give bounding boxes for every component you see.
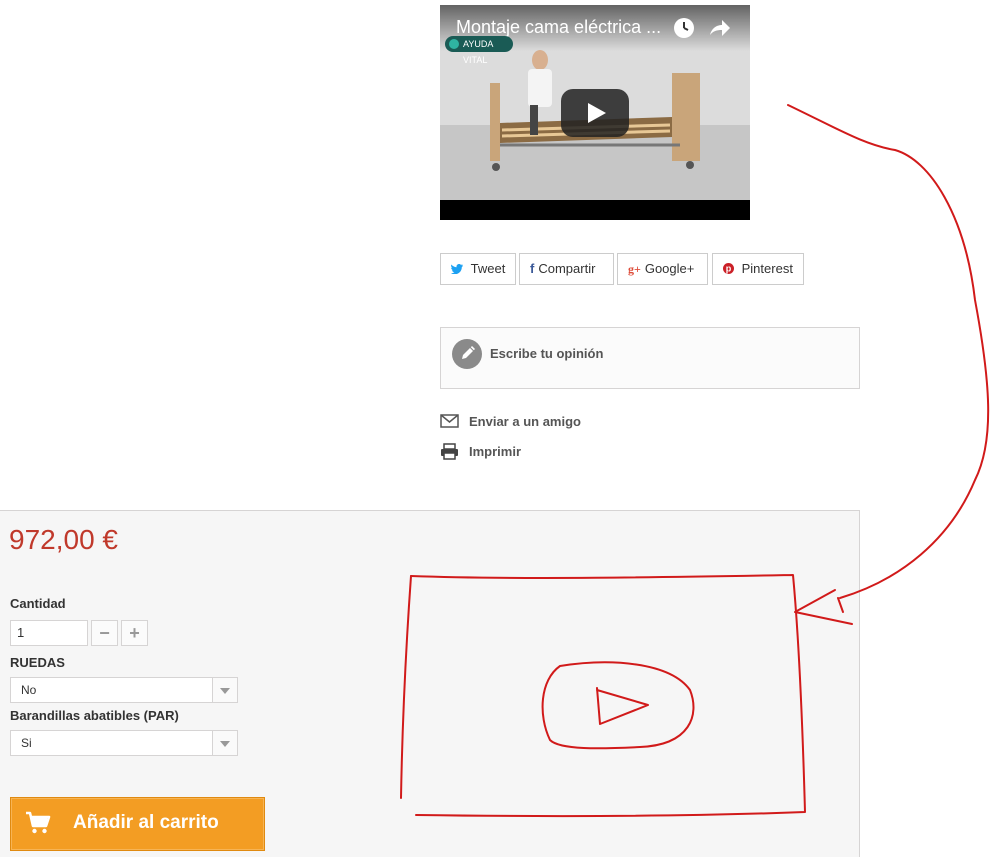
chevron-down-icon[interactable]	[212, 678, 237, 702]
minus-icon: −	[99, 623, 110, 643]
wheels-select[interactable]: No	[10, 677, 238, 703]
google-plus-button[interactable]: g+ Google+	[617, 253, 708, 285]
facebook-icon: f	[530, 261, 535, 276]
envelope-icon	[440, 414, 460, 432]
plus-icon: +	[129, 623, 140, 643]
add-to-cart-label: Añadir al carrito	[73, 812, 219, 833]
google-label: Google+	[644, 261, 695, 276]
chevron-down-icon[interactable]	[212, 731, 237, 755]
write-review-link[interactable]: Escribe tu opinión	[490, 346, 603, 361]
play-icon[interactable]	[561, 89, 629, 137]
twitter-icon	[451, 261, 467, 276]
rails-select[interactable]: Si	[10, 730, 238, 756]
product-price: 972,00 €	[9, 524, 118, 555]
quantity-label: Cantidad	[10, 596, 66, 611]
pinterest-icon: p	[723, 261, 738, 276]
share-facebook-button[interactable]: f Compartir	[519, 253, 614, 285]
write-review-box[interactable]: Escribe tu opinión	[440, 327, 860, 389]
send-to-friend-label: Enviar a un amigo	[469, 414, 581, 429]
pinterest-button[interactable]: p Pinterest	[712, 253, 804, 285]
print-label: Imprimir	[469, 444, 522, 459]
tweet-label: Tweet	[470, 261, 506, 276]
google-plus-icon: g+	[628, 262, 641, 276]
rails-label: Barandillas abatibles (PAR)	[10, 708, 179, 723]
quantity-increase-button[interactable]: +	[121, 620, 148, 646]
add-to-cart-button[interactable]: Añadir al carrito	[10, 797, 265, 851]
svg-text:p: p	[726, 264, 732, 274]
quantity-input[interactable]: 1	[10, 620, 88, 646]
pencil-icon	[452, 339, 482, 369]
channel-logo: AYUDA VITAL	[445, 36, 513, 65]
wheels-select-value: No	[21, 683, 37, 697]
share-icon[interactable]	[708, 17, 732, 44]
printer-icon	[440, 443, 459, 463]
tweet-button[interactable]: Tweet	[440, 253, 516, 285]
video-embed[interactable]: Montaje cama eléctrica ... AYUDA VITAL	[440, 5, 750, 220]
cart-icon	[25, 811, 51, 840]
wheels-label: RUEDAS	[10, 655, 65, 670]
pinterest-label: Pinterest	[741, 261, 793, 276]
clock-icon[interactable]	[674, 18, 694, 38]
video-title[interactable]: Montaje cama eléctrica ...	[456, 17, 661, 38]
rails-select-value: Si	[21, 736, 32, 750]
share-label: Compartir	[538, 261, 596, 276]
quantity-decrease-button[interactable]: −	[91, 620, 118, 646]
